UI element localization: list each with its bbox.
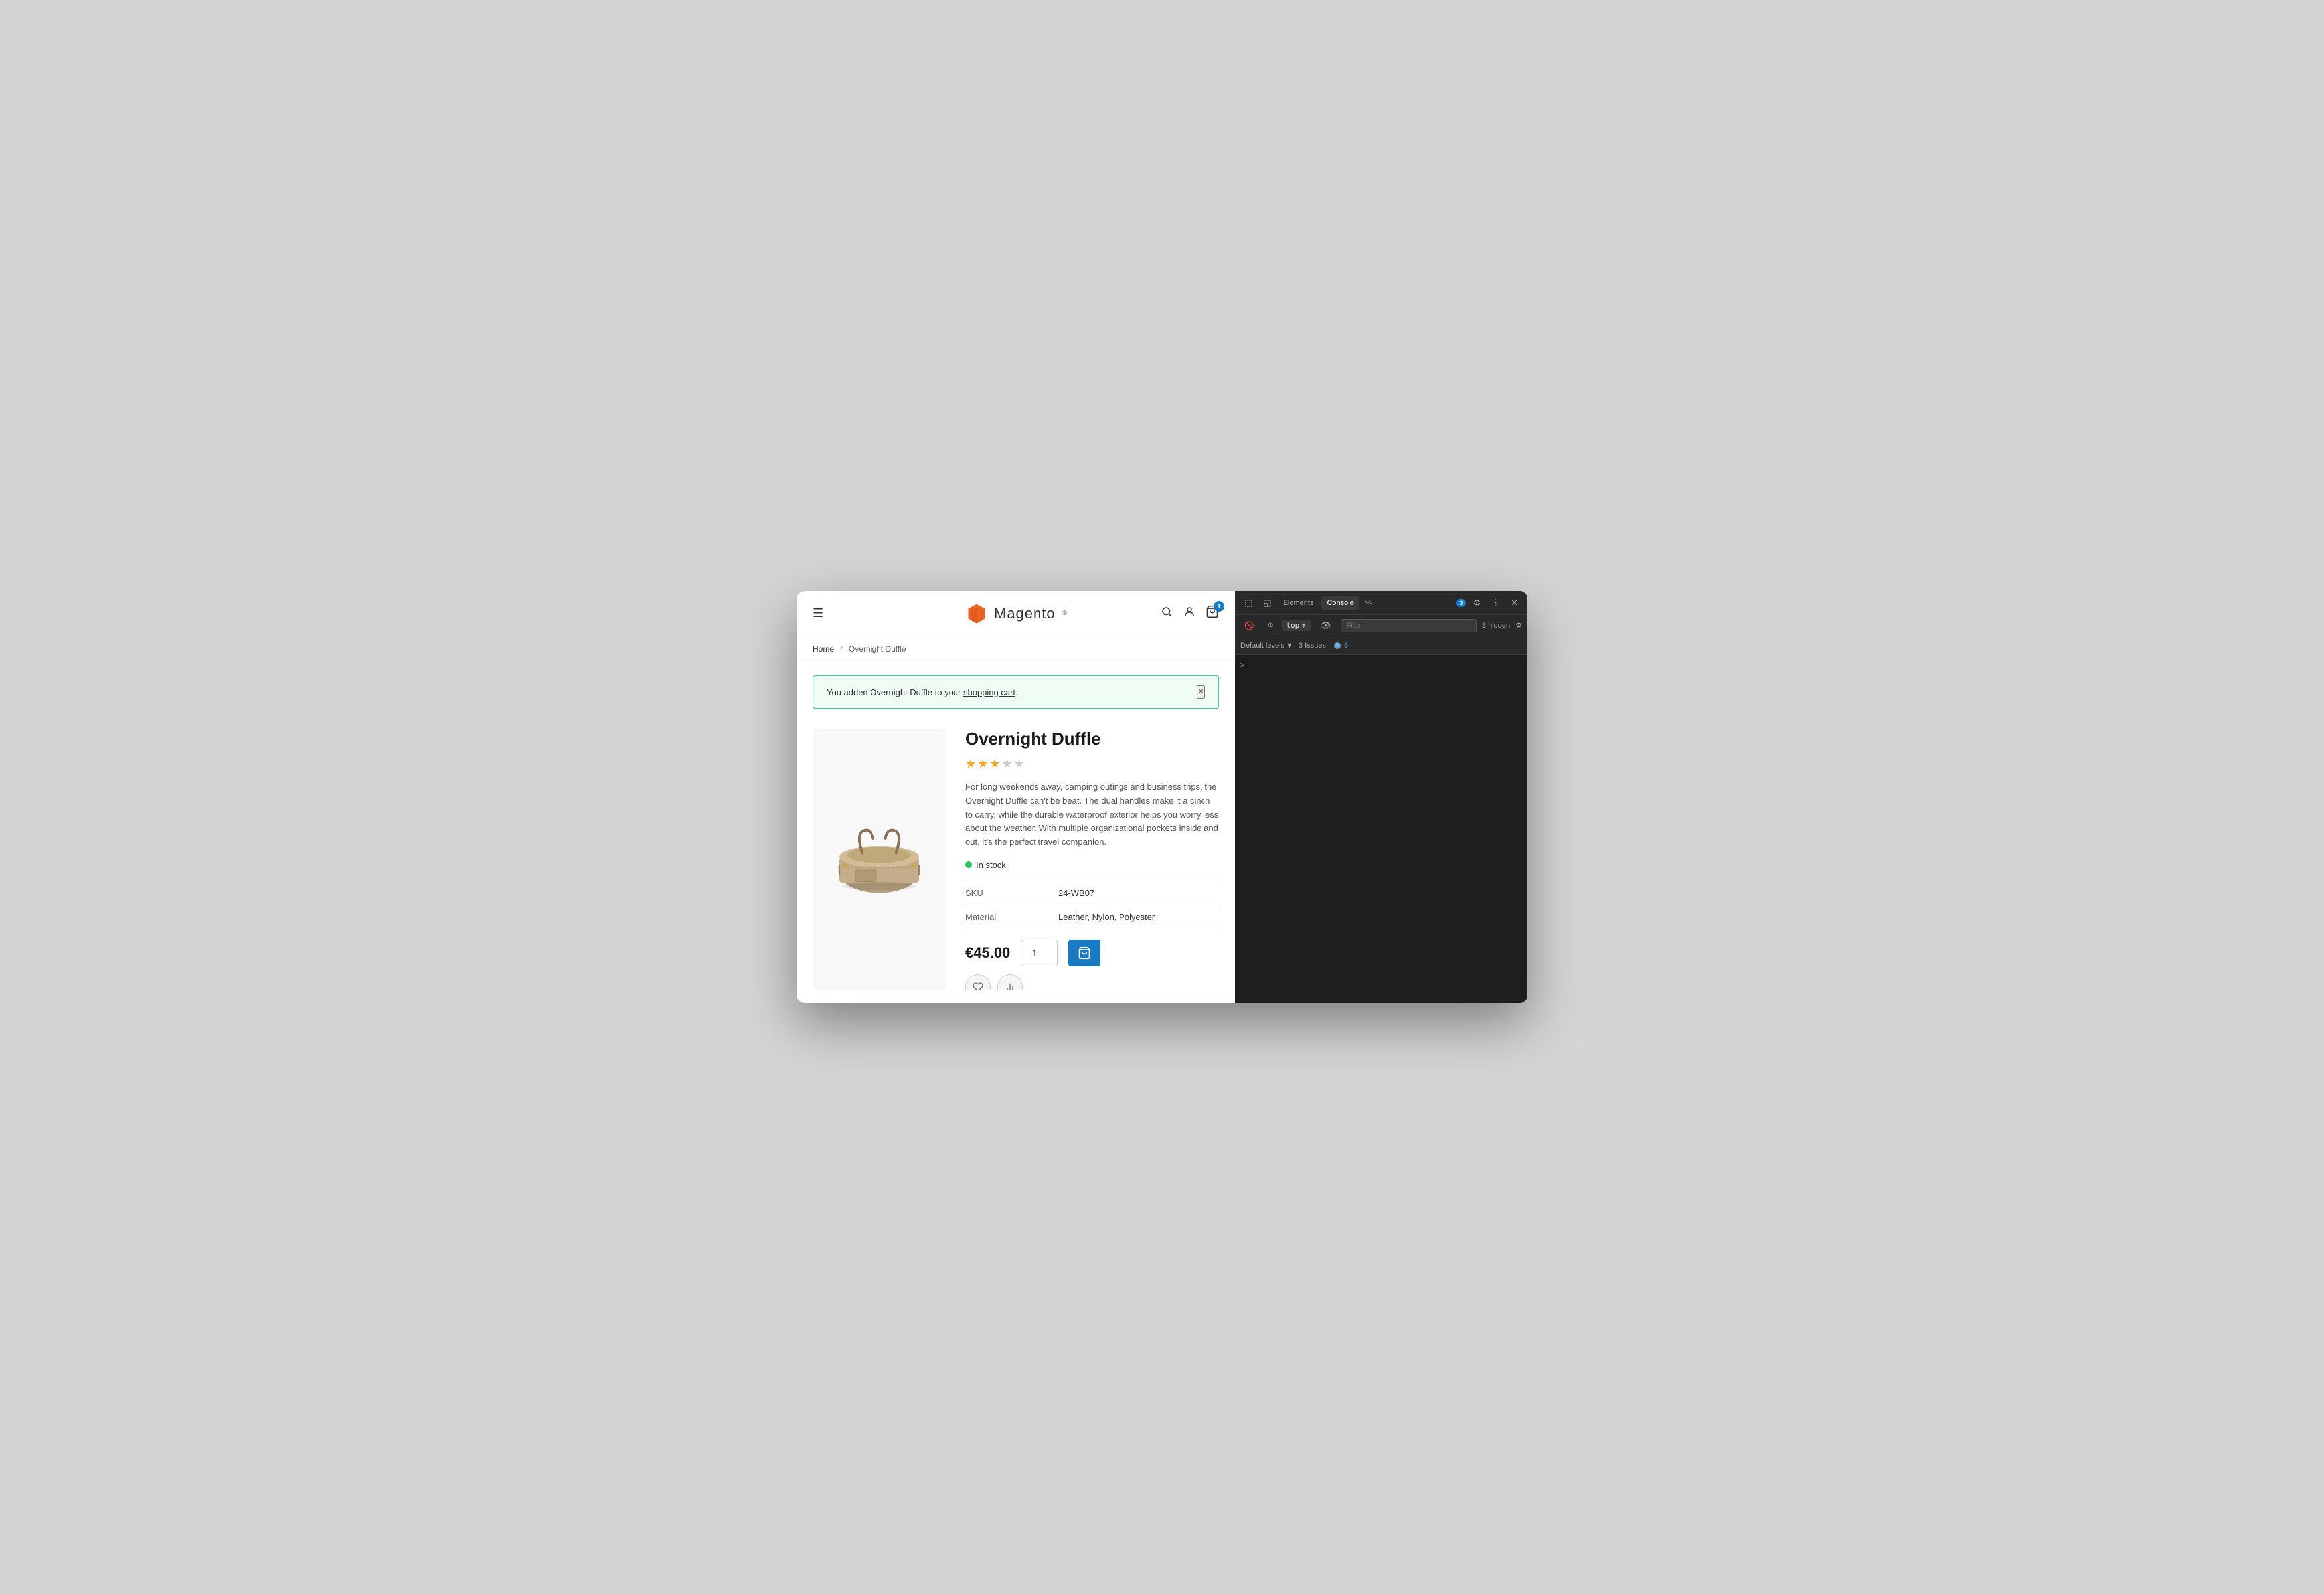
logo-trademark: ® (1062, 610, 1067, 617)
devtools-more-options-button[interactable]: ⋮ (1487, 595, 1504, 611)
product-specs: SKU 24-WB07 Material Leather, Nylon, Pol… (965, 881, 1219, 929)
product-action-buttons (965, 974, 1219, 990)
notification-prefix: You added Overnight Duffle to your (827, 687, 963, 697)
devtools-content-area: > (1235, 655, 1527, 1003)
shopping-cart-link[interactable]: shopping cart (963, 687, 1015, 697)
devtools-dropdown-arrow: ▼ (1301, 622, 1307, 629)
devtools-close-button[interactable]: ✕ (1507, 595, 1522, 611)
cart-icon-wrapper[interactable]: 1 (1206, 605, 1219, 622)
devtools-tab-console[interactable]: Console (1321, 596, 1359, 610)
product-details: Overnight Duffle ★ ★ ★ ★ ★ For long week… (965, 729, 1219, 990)
header-icons: 1 (1161, 605, 1219, 622)
material-value: Leather, Nylon, Polyester (1058, 912, 1155, 922)
devtools-hidden-label: 3 hidden (1482, 622, 1510, 630)
devtools-device-button[interactable]: ◱ (1259, 595, 1275, 611)
account-icon[interactable] (1183, 606, 1195, 621)
devtools-tab-elements[interactable]: Elements (1278, 596, 1319, 610)
devtools-filter-input[interactable] (1341, 619, 1477, 632)
product-title: Overnight Duffle (965, 729, 1219, 749)
devtools-issues-count: 3 (1344, 642, 1348, 650)
quantity-input[interactable] (1021, 940, 1058, 966)
star-1: ★ (965, 757, 976, 771)
star-3: ★ (989, 757, 1000, 771)
breadcrumb-separator: / (840, 644, 842, 654)
star-4: ★ (1001, 757, 1012, 771)
sku-label: SKU (965, 888, 1058, 898)
devtools-info-icon (1333, 642, 1341, 650)
add-to-cart-button[interactable] (1068, 940, 1100, 966)
devtools-issues-badge: 3 (1333, 642, 1348, 650)
spec-row-material: Material Leather, Nylon, Polyester (965, 905, 1219, 929)
devtools-caret[interactable]: > (1240, 660, 1245, 669)
devtools-top-label: top (1286, 621, 1299, 630)
hamburger-menu-icon[interactable]: ☰ (813, 606, 823, 620)
product-purchase-row: €45.00 (965, 940, 1219, 966)
notification-close-button[interactable]: × (1197, 685, 1205, 699)
product-section: Overnight Duffle ★ ★ ★ ★ ★ For long week… (797, 715, 1235, 1003)
magento-store-page: ☰ Magento ® (797, 591, 1235, 1003)
devtools-filter-settings-button[interactable]: ⚙ (1515, 621, 1522, 630)
devtools-clear-button[interactable]: 🚫 (1240, 618, 1258, 633)
breadcrumb-current: Overnight Duffle (849, 644, 906, 654)
heart-icon (973, 982, 983, 990)
search-icon[interactable] (1161, 606, 1173, 621)
stock-label: In stock (976, 860, 1006, 870)
magento-logo-svg (965, 602, 989, 626)
cart-add-icon (1078, 946, 1091, 960)
devtools-context-dropdown[interactable]: top ▼ (1282, 620, 1311, 631)
cart-badge: 1 (1214, 601, 1224, 612)
breadcrumb: Home / Overnight Duffle (797, 636, 1235, 662)
notification-banner: You added Overnight Duffle to your shopp… (813, 675, 1219, 709)
notification-text: You added Overnight Duffle to your shopp… (827, 687, 1018, 697)
devtools-tab-more[interactable]: >> (1362, 596, 1376, 610)
devtools-inspect-button[interactable]: ⬚ (1240, 595, 1256, 611)
product-bag-image (826, 806, 932, 913)
devtools-settings-icon-button[interactable]: ⚙ (1469, 595, 1485, 611)
product-price: €45.00 (965, 944, 1010, 962)
site-header: ☰ Magento ® (797, 591, 1235, 636)
devtools-filter-button[interactable]: ⊘ (1264, 619, 1277, 632)
notification-suffix: . (1015, 687, 1018, 697)
site-logo[interactable]: Magento ® (965, 602, 1067, 626)
star-rating: ★ ★ ★ ★ ★ (965, 757, 1219, 771)
star-5: ★ (1014, 757, 1025, 771)
breadcrumb-home-link[interactable]: Home (813, 644, 834, 654)
spec-row-sku: SKU 24-WB07 (965, 881, 1219, 905)
devtools-levels-label: Default levels (1240, 642, 1284, 650)
devtools-levels-arrow: ▼ (1286, 642, 1293, 650)
devtools-levels-toolbar: Default levels ▼ 3 Issues: 3 (1235, 636, 1527, 655)
wishlist-button[interactable] (965, 974, 991, 990)
devtools-default-levels-button[interactable]: Default levels ▼ (1240, 642, 1293, 650)
logo-text: Magento (994, 605, 1056, 622)
in-stock-indicator: In stock (965, 860, 1219, 870)
browser-window: ☰ Magento ® (797, 591, 1527, 1003)
product-image-area (813, 729, 946, 990)
stock-dot (965, 861, 972, 868)
devtools-issues-label: 3 Issues: (1299, 642, 1328, 650)
devtools-tabs-toolbar: ⬚ ◱ Elements Console >> 3 ⚙ ⋮ ✕ (1235, 591, 1527, 615)
product-description: For long weekends away, camping outings … (965, 780, 1219, 849)
sku-value: 24-WB07 (1058, 888, 1094, 898)
material-label: Material (965, 912, 1058, 922)
star-2: ★ (977, 757, 988, 771)
devtools-eye-button[interactable]: 👁 (1316, 618, 1335, 634)
compare-icon (1005, 982, 1015, 990)
devtools-filter-toolbar: 🚫 ⊘ top ▼ 👁 3 hidden ⚙ (1235, 615, 1527, 636)
devtools-panel: ⬚ ◱ Elements Console >> 3 ⚙ ⋮ ✕ 🚫 ⊘ top … (1235, 591, 1527, 1003)
compare-button[interactable] (997, 974, 1023, 990)
devtools-issue-count-badge: 3 (1456, 599, 1466, 607)
